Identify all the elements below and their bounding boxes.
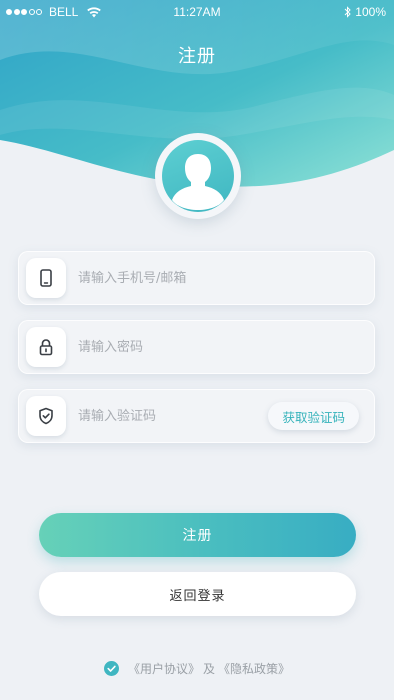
register-screen: BELL 11:27AM 100% 注册 请输入手机号/邮箱 请输入验证码 获取…	[0, 0, 394, 700]
code-icon-box	[26, 396, 66, 436]
password-field	[18, 320, 375, 374]
account-icon-box	[26, 258, 66, 298]
avatar[interactable]	[155, 133, 241, 219]
check-circle-icon[interactable]	[103, 661, 119, 676]
shield-check-icon	[39, 407, 53, 425]
status-right: 100%	[344, 5, 386, 19]
back-to-login-button[interactable]: 返回登录	[39, 572, 356, 616]
register-button[interactable]: 注册	[39, 513, 356, 557]
battery-level: 100%	[355, 5, 386, 19]
account-field	[18, 251, 375, 305]
account-input[interactable]	[78, 251, 278, 305]
agreement-row: 《用户协议》 及 《隐私政策》	[0, 660, 394, 677]
password-icon-box	[26, 327, 66, 367]
status-bar: BELL 11:27AM 100%	[0, 0, 394, 24]
phone-icon	[40, 269, 52, 287]
user-agreement-link[interactable]: 《用户协议》	[128, 660, 200, 677]
agreement-conjunction: 及	[202, 662, 215, 676]
password-input[interactable]	[78, 320, 278, 374]
code-field: 获取验证码	[18, 389, 375, 443]
avatar-image	[162, 140, 234, 212]
lock-icon	[39, 339, 53, 356]
get-code-button[interactable]: 获取验证码	[268, 402, 359, 430]
bluetooth-icon	[344, 6, 352, 18]
status-time: 11:27AM	[173, 5, 221, 19]
user-silhouette-icon	[172, 154, 224, 210]
code-input[interactable]	[78, 389, 258, 443]
privacy-policy-link[interactable]: 《隐私政策》	[218, 660, 290, 677]
page-title: 注册	[178, 46, 216, 67]
